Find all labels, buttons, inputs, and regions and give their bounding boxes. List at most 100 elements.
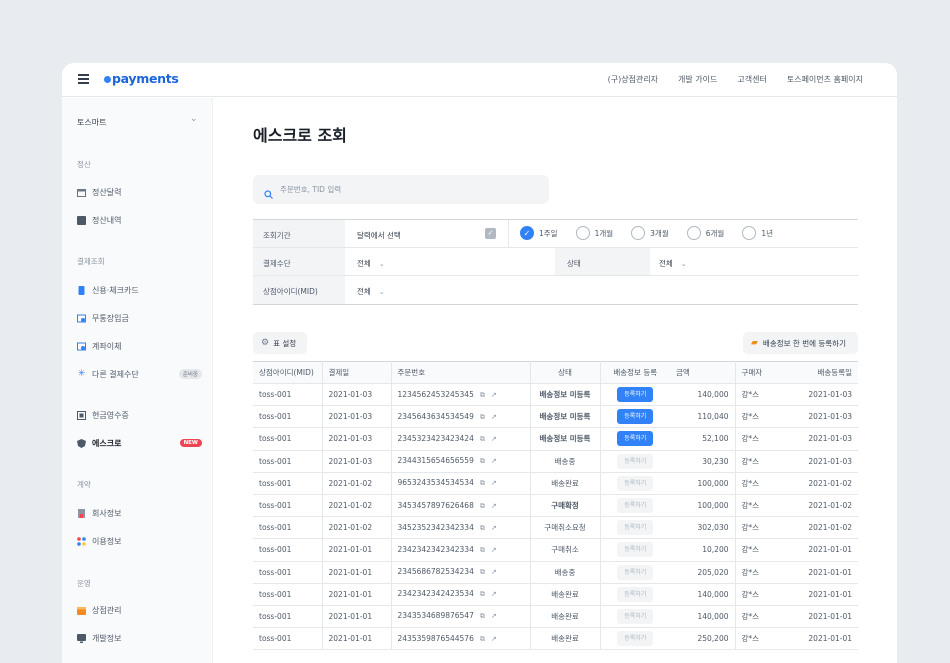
copy-icon[interactable]: ⧉ [480,568,485,576]
chevron-down-icon[interactable]: ⌄ [190,114,198,124]
register-button[interactable]: 등록하기 [617,498,654,514]
cell-amount: 100,000 [670,494,735,518]
link-legacy-admin[interactable]: (구)상점관리자 [608,74,658,85]
link-homepage[interactable]: 토스페이먼츠 홈페이지 [787,74,863,85]
copy-icon[interactable]: ⧉ [480,457,485,465]
table-row[interactable]: toss-001 2021-01-03 2344315654656559 ⧉ ↗ 배송중 등… [253,450,858,473]
copy-icon[interactable]: ⧉ [480,590,485,598]
external-link-icon[interactable]: ↗ [491,568,497,576]
table-row[interactable]: toss-001 2021-01-03 2345323423423424 ⧉ ↗ 배송정보… [253,427,858,451]
table-row[interactable]: toss-001 2021-01-03 1234562453245345 ⧉ ↗ 배송정보… [253,383,858,407]
register-button[interactable]: 등록하기 [617,475,654,491]
table-row[interactable]: toss-001 2021-01-01 2342342342342334 ⧉ ↗ 구매취소… [253,538,858,562]
radio-circle-icon [631,226,646,240]
radio-1year[interactable]: 1년 [742,226,773,240]
brand-logo[interactable]: payments [104,71,179,86]
link-dev-guide[interactable]: 개발 가이드 [678,74,717,85]
copy-icon[interactable]: ⧉ [480,612,485,620]
table-row[interactable]: toss-001 2021-01-02 3453457897626468 ⧉ ↗ 구매확정… [253,494,858,518]
cell-amount: 302,030 [670,516,735,540]
radio-6month[interactable]: 6개월 [686,226,724,240]
filter-label: 조회기간 [253,220,345,247]
table-settings-button[interactable]: ⚙ 표 설정 [253,332,307,354]
store-selector[interactable]: 토스마트 [77,117,106,128]
copy-icon[interactable]: ⧉ [480,391,485,399]
copy-icon[interactable]: ⧉ [480,502,485,510]
table-row[interactable]: toss-001 2021-01-01 2435359876544576 ⧉ ↗ 배송완료… [253,627,858,651]
copy-icon[interactable]: ⧉ [480,435,485,443]
register-button[interactable]: 등록하기 [617,542,654,558]
cell-buyer: 강*스 [734,494,793,518]
register-button[interactable]: 등록하기 [617,608,654,624]
menu-icon[interactable] [78,74,89,84]
register-button[interactable]: 등록하기 [617,631,654,647]
external-link-icon[interactable]: ↗ [491,524,497,532]
calendar-icon[interactable]: ✓ [485,228,496,239]
bulk-shipping-button[interactable]: ▰ 배송정보 한 번에 등록하기 [743,332,858,354]
external-link-icon[interactable]: ↗ [491,435,497,443]
external-link-icon[interactable]: ↗ [491,457,497,465]
date-picker[interactable]: 달력에서 선택 [357,230,401,241]
status-select[interactable]: 전체 ⌄ [659,258,687,269]
sidebar-item-usage[interactable]: 이용정보 [77,533,202,549]
register-button[interactable]: 등록하기 [617,564,654,580]
sidebar-item-transfer[interactable]: 계좌이체 [77,338,202,354]
radio-3month[interactable]: 3개월 [631,226,669,240]
sidebar-item-settlement-history[interactable]: 정산내역 [77,212,202,228]
truck-icon: ▰ [751,338,758,348]
table-row[interactable]: toss-001 2021-01-01 2343534689876547 ⧉ ↗ 배송완료… [253,605,858,629]
table-row[interactable]: toss-001 2021-01-01 2345686782534234 ⧉ ↗ 배송중 등… [253,561,858,584]
cell-status: 배송완료 [529,627,600,651]
sidebar-item-bank[interactable]: 무통장입금 [77,310,202,326]
chevron-down-icon: ⌄ [378,260,385,268]
radio-1month[interactable]: 1개월 [575,226,613,240]
external-link-icon[interactable]: ↗ [491,635,497,643]
link-support[interactable]: 고객센터 [737,74,766,85]
external-link-icon[interactable]: ↗ [491,413,497,421]
register-button[interactable]: 등록하기 [617,431,654,447]
table-row[interactable]: toss-001 2021-01-02 3452352342342334 ⧉ ↗ 구매취소… [253,516,858,540]
copy-icon[interactable]: ⧉ [480,635,485,643]
cell-order: 2342342342423534 ⧉ ↗ [390,583,530,606]
radio-1week[interactable]: ✓ 1주일 [520,226,558,240]
table-row[interactable]: toss-001 2021-01-02 9653243534534534 ⧉ ↗ 배송완료… [253,472,858,495]
external-link-icon[interactable]: ↗ [491,590,497,598]
sidebar-item-store-manage[interactable]: 상점관리 [77,602,202,618]
select-value: 전체 [659,259,673,268]
register-button[interactable]: 등록하기 [617,387,654,403]
copy-icon[interactable]: ⧉ [480,413,485,421]
cell-buyer: 강*스 [734,605,793,629]
ledger-icon [77,215,86,225]
mid-select[interactable]: 전체 ⌄ [357,286,385,297]
method-select[interactable]: 전체 ⌄ [357,258,385,269]
sidebar-item-card[interactable]: 신용·체크카드 [77,282,202,298]
sidebar-item-settlement-calendar[interactable]: 정산달력 [77,184,202,200]
copy-icon[interactable]: ⧉ [480,479,485,487]
register-button[interactable]: 등록하기 [617,520,654,536]
register-button[interactable]: 등록하기 [617,453,654,469]
cell-reg-date: 2021-01-03 [793,450,858,473]
search-input[interactable]: 주문번호, TID 입력 [253,175,549,204]
col-status: 상태 [529,361,600,384]
receipt-icon [77,410,86,420]
sidebar-item-escrow[interactable]: 에스크로 NEW [77,435,202,451]
cell-shipping-reg: 등록하기 [599,605,670,629]
copy-icon[interactable]: ⧉ [480,546,485,554]
cell-reg-date: 2021-01-01 [793,561,858,584]
external-link-icon[interactable]: ↗ [491,502,497,510]
table-row[interactable]: toss-001 2021-01-01 2342342342423534 ⧉ ↗ 배송완료… [253,583,858,606]
sidebar-item-other-methods[interactable]: ✳ 다른 결제수단 준비중 [77,366,202,382]
copy-icon[interactable]: ⧉ [480,524,485,532]
register-button[interactable]: 등록하기 [617,586,654,602]
external-link-icon[interactable]: ↗ [491,546,497,554]
register-button[interactable]: 등록하기 [617,409,654,425]
external-link-icon[interactable]: ↗ [491,612,497,620]
sidebar-item-cash-receipt[interactable]: 현금영수증 [77,407,202,423]
calendar-icon [77,188,86,197]
sidebar-item-developer[interactable]: 개발정보 [77,630,202,646]
external-link-icon[interactable]: ↗ [491,479,497,487]
table-row[interactable]: toss-001 2021-01-03 2345643634534549 ⧉ ↗ 배송정보… [253,405,858,429]
external-link-icon[interactable]: ↗ [491,391,497,399]
sidebar-item-label: 개발정보 [92,633,122,643]
sidebar-item-company[interactable]: 회사정보 [77,505,202,521]
